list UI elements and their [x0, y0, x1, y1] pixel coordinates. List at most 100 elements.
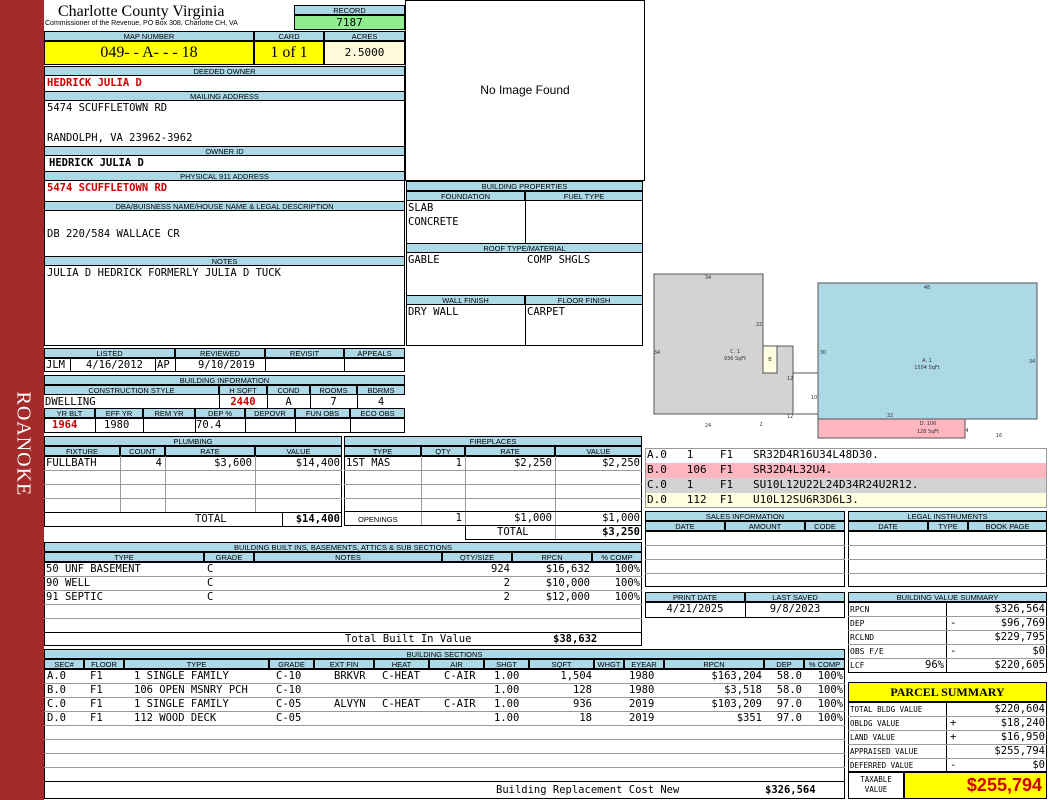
depreciation-percent: 70.4	[196, 419, 222, 431]
fireplace-total: $3,250	[602, 526, 640, 538]
builtin-comp: 100%	[614, 591, 640, 603]
parcel-summary-value: $18,240	[1000, 717, 1045, 729]
legal-title: LEGAL INSTRUMENTS	[848, 511, 1047, 521]
last-saved-label: LAST SAVED	[745, 592, 845, 602]
mailing-line-2: RANDOLPH, VA 23962-3962	[47, 132, 193, 144]
deeded-owner: HEDRICK JULIA D	[47, 77, 142, 89]
fireplace-header-qty: QTY	[421, 446, 465, 456]
taxable-label-line-2: VALUE	[864, 785, 888, 794]
sketch-label: 4	[965, 428, 968, 434]
builtin-type: 50 UNF BASEMENT	[46, 563, 141, 575]
value-summary-label: LCF	[850, 661, 865, 670]
side-banner: ROANOKE	[0, 0, 44, 800]
commissioner-address: Commissioner of the Revenue, PO Box 308,…	[45, 20, 238, 27]
section-eyear: 1980	[629, 684, 655, 696]
sketch-label: 16	[996, 433, 1002, 439]
sketch-label: 34	[654, 350, 660, 356]
sections-header-whgt: WHGT	[594, 659, 624, 669]
section-id: D.0	[47, 712, 66, 724]
mailing-line-1: 5474 SCUFFLETOWN RD	[47, 102, 168, 114]
mailing-address-label: MAILING ADDRESS	[44, 91, 405, 101]
sketch-label: 34	[1029, 359, 1035, 365]
sketch-section-c	[653, 273, 794, 415]
section-floor: F1	[90, 684, 103, 696]
builtin-rpcn: $16,632	[545, 563, 590, 575]
year-built: 1964	[52, 419, 78, 431]
sections-header-comp: % COMP	[804, 659, 845, 669]
section-extfin: ALVYN	[334, 698, 366, 710]
builtin-grade: C	[207, 577, 214, 589]
parcel-summary-value: $220,604	[994, 703, 1045, 715]
value-summary-value: $96,769	[1000, 617, 1045, 629]
section-comp: 100%	[817, 670, 843, 682]
building-sketch: 34 22 34 C. 1 936 SqFt B 12 10 12 24 2 4…	[653, 273, 1038, 439]
revisit-label: REVISIT	[265, 348, 344, 358]
section-sqft: 18	[579, 712, 592, 724]
openings-rate: $1,000	[514, 512, 552, 524]
fireplace-header-value: VALUE	[555, 446, 642, 456]
acres-value: 2.5000	[324, 41, 405, 65]
sketch-label: 48	[924, 285, 930, 291]
parcel-summary-title: PARCEL SUMMARY	[848, 682, 1047, 702]
section-floor: F1	[90, 698, 103, 710]
listed-by: JLM	[46, 359, 65, 371]
sections-header-heat: HEAT	[374, 659, 429, 669]
sketch-label: 2	[759, 422, 762, 428]
replacement-cost-label: Building Replacement Cost New	[496, 784, 680, 796]
section-grade: C-05	[276, 698, 302, 710]
reviewed-label: REVIEWED	[175, 348, 265, 358]
plumbing-fixture: FULLBATH	[46, 457, 97, 469]
print-date-label: PRINT DATE	[645, 592, 745, 602]
hsqft-label: H SQFT	[219, 385, 267, 395]
sections-header-sqft: SQFT	[529, 659, 594, 669]
builtin-comp: 100%	[614, 577, 640, 589]
value-summary-value: $326,564	[994, 603, 1045, 615]
fireplace-header-type: TYPE	[344, 446, 421, 456]
sections-header-grade: GRADE	[269, 659, 314, 669]
sketch-label: 32	[887, 413, 893, 419]
parcel-summary-label: LAND VALUE	[850, 733, 896, 742]
sketch-label: 24	[705, 423, 711, 429]
section-eyear: 2019	[629, 698, 655, 710]
fireplace-header-rate: RATE	[465, 446, 555, 456]
section-extfin: BRKVR	[334, 670, 366, 682]
dep-label: DEP %	[195, 408, 245, 418]
sketch-label: D. 106	[920, 421, 937, 427]
plumbing-title: PLUMBING	[44, 436, 342, 446]
card-number: 1 of 1	[254, 41, 324, 65]
section-type: 1 SINGLE FAMILY	[134, 698, 229, 710]
builtin-type: 91 SEPTIC	[46, 591, 103, 603]
parcel-summary-value: $16,950	[1000, 731, 1045, 743]
value-summary-label: OBS F/E	[850, 647, 884, 656]
section-rpcn: $103,209	[711, 698, 762, 710]
section-rpcn: $351	[736, 712, 762, 724]
parcel-summary-label: TOTAL BLDG VALUE	[850, 705, 923, 714]
builtins-header-type: TYPE	[44, 552, 204, 562]
funobs-label: FUN OBS	[295, 408, 350, 418]
legal-description: DB 220/584 WALLACE CR	[47, 228, 180, 240]
record-value: 7187	[294, 15, 405, 30]
builtin-qty: 2	[503, 591, 510, 603]
building-info-title: BUILDING INFORMATION	[44, 375, 405, 385]
plumbing-header-fixture: FIXTURE	[44, 446, 120, 456]
yrblt-label: YR BLT	[44, 408, 95, 418]
value-summary-value: $220,605	[994, 659, 1045, 671]
section-eyear: 2019	[629, 712, 655, 724]
no-image-text: No Image Found	[480, 83, 570, 97]
sketch-label: C. 1	[730, 349, 740, 355]
section-eyear: 1980	[629, 670, 655, 682]
section-grade: C-10	[276, 670, 302, 682]
builtins-header-grade: GRADE	[204, 552, 254, 562]
bdrms-label: BDRMS	[357, 385, 405, 395]
builtins-total-label: Total Built In Value	[345, 633, 472, 645]
value-summary-value: $229,795	[994, 631, 1045, 643]
section-sqft: 1,504	[560, 670, 592, 682]
reviewed-by: AP	[157, 359, 170, 371]
section-shgt: 1.00	[494, 670, 520, 682]
owner-id: HEDRICK JULIA D	[49, 157, 144, 169]
effective-year: 1980	[104, 419, 130, 431]
section-grade: C-05	[276, 712, 302, 724]
depovr-label: DEPOVR	[245, 408, 295, 418]
taxable-label: TAXABLE VALUE	[848, 775, 904, 795]
fireplace-rate: $2,250	[514, 457, 552, 469]
